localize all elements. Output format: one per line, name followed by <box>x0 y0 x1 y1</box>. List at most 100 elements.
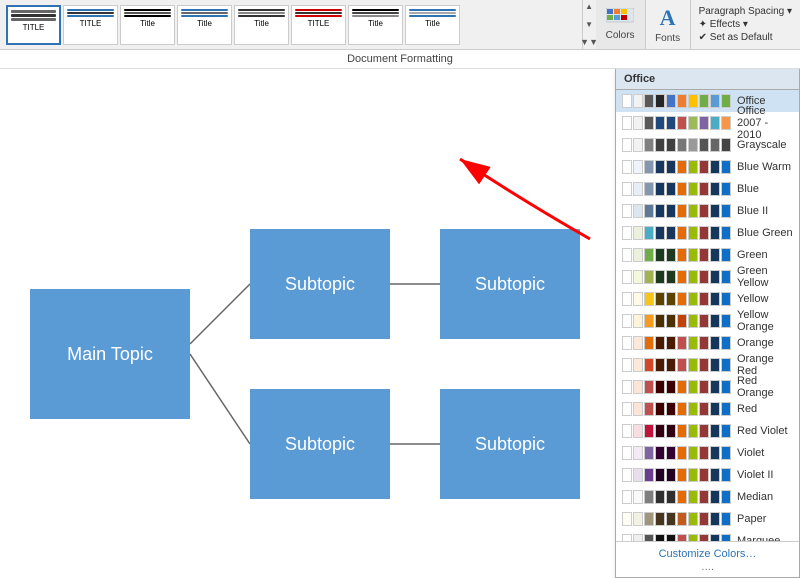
swatch-6-5 <box>677 226 687 240</box>
paragraph-spacing-btn[interactable]: Paragraph Spacing ▾ <box>699 6 792 17</box>
swatch-9-2 <box>644 292 654 306</box>
style-item-2[interactable]: Title <box>120 5 175 45</box>
swatch-15-9 <box>721 424 731 438</box>
subtopic1-box: Subtopic <box>250 229 390 339</box>
style-item-1[interactable]: TITLE <box>63 5 118 45</box>
style-item-7[interactable]: Title <box>405 5 460 45</box>
theme-item-19[interactable]: Paper <box>616 508 799 530</box>
swatch-14-4 <box>666 402 676 416</box>
color-swatches-9 <box>622 292 731 306</box>
customize-colors-link[interactable]: Customize Colors… <box>624 546 791 562</box>
swatch-3-1 <box>633 160 643 174</box>
swatch-11-9 <box>721 336 731 350</box>
swatch-12-8 <box>710 358 720 372</box>
color-swatches-13 <box>622 380 731 394</box>
color-swatches-15 <box>622 424 731 438</box>
theme-name-8: Green Yellow <box>737 265 793 289</box>
theme-name-2: Grayscale <box>737 139 787 151</box>
swatch-6-8 <box>710 226 720 240</box>
style-item-4[interactable]: Title <box>234 5 289 45</box>
swatch-12-9 <box>721 358 731 372</box>
swatch-12-3 <box>655 358 665 372</box>
style-label-3: Title <box>197 19 212 28</box>
theme-item-15[interactable]: Red Violet <box>616 420 799 442</box>
set-default-btn[interactable]: ✔ Set as Default <box>699 32 792 43</box>
scroll-down-icon[interactable]: ▼ <box>585 20 593 29</box>
swatch-17-5 <box>677 468 687 482</box>
swatch-13-9 <box>721 380 731 394</box>
style-item-5[interactable]: TITLE <box>291 5 346 45</box>
swatch-18-2 <box>644 490 654 504</box>
theme-name-18: Median <box>737 491 773 503</box>
swatch-18-4 <box>666 490 676 504</box>
swatch-2-1 <box>633 138 643 152</box>
theme-item-16[interactable]: Violet <box>616 442 799 464</box>
theme-name-9: Yellow <box>737 293 768 305</box>
theme-item-8[interactable]: Green Yellow <box>616 266 799 288</box>
swatch-20-4 <box>666 534 676 541</box>
swatch-13-8 <box>710 380 720 394</box>
swatch-9-7 <box>699 292 709 306</box>
swatch-3-9 <box>721 160 731 174</box>
swatch-2-9 <box>721 138 731 152</box>
theme-item-14[interactable]: Red <box>616 398 799 420</box>
style-item-6[interactable]: Title <box>348 5 403 45</box>
theme-item-12[interactable]: Orange Red <box>616 354 799 376</box>
theme-item-17[interactable]: Violet II <box>616 464 799 486</box>
scroll-arrows[interactable]: ▲ ▼ ▼▼ <box>582 0 596 49</box>
theme-item-10[interactable]: Yellow Orange <box>616 310 799 332</box>
color-swatches-11 <box>622 336 731 350</box>
swatch-1-2 <box>644 116 654 130</box>
style-item-3[interactable]: Title <box>177 5 232 45</box>
swatch-2-6 <box>688 138 698 152</box>
theme-item-9[interactable]: Yellow <box>616 288 799 310</box>
swatch-0-6 <box>688 94 698 108</box>
theme-item-18[interactable]: Median <box>616 486 799 508</box>
swatch-10-8 <box>710 314 720 328</box>
swatch-7-0 <box>622 248 632 262</box>
swatch-12-4 <box>666 358 676 372</box>
swatch-18-3 <box>655 490 665 504</box>
swatch-9-1 <box>633 292 643 306</box>
more-link[interactable]: …. <box>624 562 791 573</box>
main-content: Main Topic Subtopic Subtopic Subtopic Su… <box>0 69 800 578</box>
theme-item-20[interactable]: Marquee <box>616 530 799 541</box>
color-swatches-4 <box>622 182 731 196</box>
style-label-1: TITLE <box>80 19 102 28</box>
style-item-0[interactable]: TITLE <box>6 5 61 45</box>
theme-item-13[interactable]: Red Orange <box>616 376 799 398</box>
color-swatches-7 <box>622 248 731 262</box>
swatch-5-1 <box>633 204 643 218</box>
theme-item-4[interactable]: Blue <box>616 178 799 200</box>
swatch-11-3 <box>655 336 665 350</box>
swatch-9-0 <box>622 292 632 306</box>
theme-item-6[interactable]: Blue Green <box>616 222 799 244</box>
swatch-18-0 <box>622 490 632 504</box>
swatch-16-5 <box>677 446 687 460</box>
swatch-0-7 <box>699 94 709 108</box>
theme-name-17: Violet II <box>737 469 774 481</box>
swatch-11-0 <box>622 336 632 350</box>
swatch-17-7 <box>699 468 709 482</box>
swatch-16-6 <box>688 446 698 460</box>
swatch-14-9 <box>721 402 731 416</box>
swatch-0-8 <box>710 94 720 108</box>
theme-name-6: Blue Green <box>737 227 793 239</box>
fonts-button[interactable]: A Fonts <box>646 0 690 49</box>
swatch-7-1 <box>633 248 643 262</box>
swatch-8-9 <box>721 270 731 284</box>
theme-item-5[interactable]: Blue II <box>616 200 799 222</box>
colors-button[interactable]: Colors <box>596 0 646 49</box>
effects-btn[interactable]: ✦ Effects ▾ <box>699 19 792 30</box>
color-swatches-6 <box>622 226 731 240</box>
theme-item-1[interactable]: Office 2007 - 2010 <box>616 112 799 134</box>
document-label: Document Formatting <box>0 50 800 69</box>
color-swatches-8 <box>622 270 731 284</box>
swatch-4-9 <box>721 182 731 196</box>
theme-item-7[interactable]: Green <box>616 244 799 266</box>
swatch-7-3 <box>655 248 665 262</box>
theme-item-3[interactable]: Blue Warm <box>616 156 799 178</box>
theme-item-11[interactable]: Orange <box>616 332 799 354</box>
theme-list[interactable]: OfficeOffice 2007 - 2010GrayscaleBlue Wa… <box>616 90 799 541</box>
scroll-up-icon[interactable]: ▲ <box>585 2 593 11</box>
